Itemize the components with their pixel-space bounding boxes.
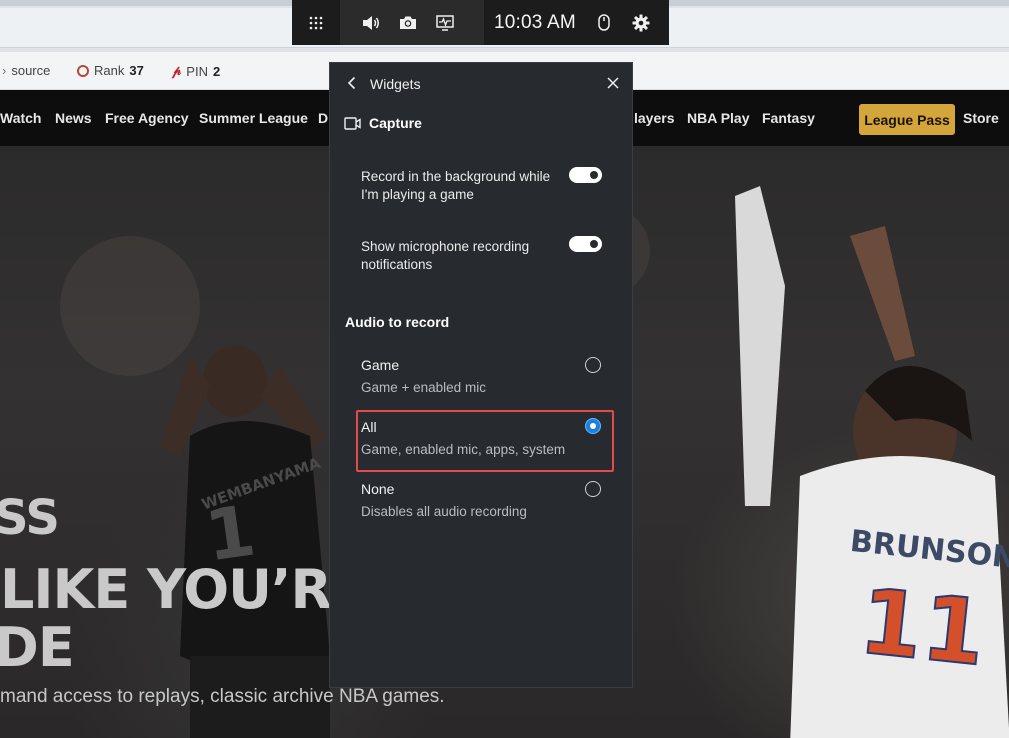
audio-widget-button[interactable] [352, 0, 389, 45]
widget-shortcuts [340, 0, 484, 45]
audio-radio-all[interactable] [585, 418, 601, 434]
capture-section-header: Capture [344, 115, 422, 131]
hero-heading-line2: LIKE YOU’RE [0, 558, 368, 621]
option-title: None [361, 481, 395, 497]
back-arrow-icon[interactable] [344, 75, 360, 91]
widget-menu-button[interactable] [292, 0, 340, 45]
hero-heading-line1: SS [0, 490, 60, 546]
mouse-widget-button[interactable] [586, 0, 623, 45]
close-icon[interactable] [605, 75, 621, 91]
audio-option-game[interactable]: Game Game + enabled mic [361, 357, 611, 395]
nav-fantasy[interactable]: Fantasy [762, 110, 815, 126]
player-brunson-image: BRUNSON 11 [735, 186, 1009, 738]
hero-subtitle: mand access to replays, classic archive … [0, 686, 445, 707]
mouse-icon [598, 14, 611, 31]
record-background-toggle[interactable] [569, 167, 602, 183]
capture-widget-button[interactable] [389, 0, 426, 45]
option-description: Game, enabled mic, apps, system [361, 442, 566, 457]
nav-nba-play[interactable]: NBA Play [687, 110, 750, 126]
toggle-knob [590, 171, 598, 179]
settings-icon [632, 14, 650, 31]
audio-section-title: Audio to record [345, 314, 450, 330]
mic-notifications-label: Show microphone recording notifications [361, 239, 530, 272]
toggle-knob [590, 240, 598, 248]
audio-radio-game[interactable] [585, 357, 601, 373]
league-pass-button[interactable]: League Pass [859, 104, 955, 135]
audio-radio-none[interactable] [585, 481, 601, 497]
nav-summer-league[interactable]: Summer League [199, 110, 308, 126]
nav-news[interactable]: News [55, 110, 92, 126]
volume-icon [362, 15, 379, 30]
nav-watch[interactable]: Watch [0, 110, 41, 126]
bookmark-label: PIN [186, 63, 208, 79]
source-icon: › [2, 63, 7, 78]
nav-free-agency[interactable]: Free Agency [105, 110, 189, 126]
svg-text:11: 11 [855, 569, 991, 687]
hero-heading-line3: DE [0, 616, 75, 679]
option-title: Game [361, 357, 400, 373]
bookmark-rank[interactable]: Rank 37 [77, 63, 144, 78]
bookmark-value: 37 [129, 63, 144, 78]
option-title: All [361, 419, 377, 435]
option-description: Game + enabled mic [361, 380, 486, 395]
widgets-panel: Widgets Capture Record in the background… [329, 62, 633, 688]
video-camera-icon [344, 116, 361, 130]
performance-icon [435, 14, 454, 31]
bookmark-source[interactable]: › source [2, 63, 50, 78]
pinterest-icon: 𝓅 [172, 63, 182, 78]
record-background-label: Record in the background while I'm playi… [361, 169, 551, 202]
audio-option-all[interactable]: All Game, enabled mic, apps, system [361, 419, 611, 457]
camera-icon [399, 16, 416, 29]
settings-button[interactable] [623, 0, 660, 45]
performance-widget-button[interactable] [426, 0, 463, 45]
nav-players[interactable]: layers [634, 110, 674, 126]
panel-header: Widgets [330, 63, 632, 103]
game-bar: 10:03 AM [292, 0, 669, 45]
rank-circle-icon [77, 64, 89, 77]
bookmark-pin[interactable]: 𝓅 PIN 2 [172, 63, 220, 79]
bookmark-label: source [11, 63, 51, 78]
nav-store[interactable]: Store [963, 110, 999, 126]
option-description: Disables all audio recording [361, 504, 527, 519]
audio-option-none[interactable]: None Disables all audio recording [361, 481, 611, 519]
game-bar-right [585, 0, 660, 45]
bookmark-label: Rank [94, 63, 125, 78]
bookmark-value: 2 [212, 63, 221, 79]
clock-time: 10:03 AM [494, 11, 576, 33]
widget-menu-icon [309, 16, 323, 29]
panel-title: Widgets [370, 76, 421, 92]
capture-section-title: Capture [369, 115, 422, 131]
mic-notifications-toggle[interactable] [569, 236, 602, 252]
